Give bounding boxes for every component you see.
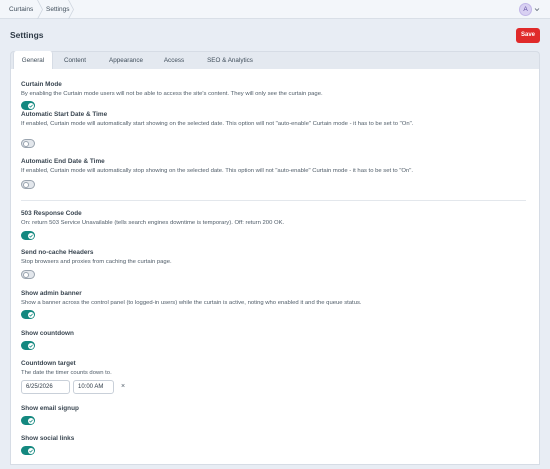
field-no-cache: Send no-cache Headers Stop browsers and … (21, 249, 526, 279)
field-description: If enabled, Curtain mode will automatica… (21, 168, 414, 174)
field-503-response: 503 Response Code On: return 503 Service… (21, 210, 526, 240)
user-avatar[interactable]: A (519, 3, 532, 16)
field-label: Show countdown (21, 330, 74, 337)
field-label: Automatic End Date & Time (21, 158, 105, 165)
field-label: Send no-cache Headers (21, 249, 94, 256)
field-countdown-target: Countdown target The date the timer coun… (21, 360, 526, 396)
email-signup-toggle[interactable] (21, 416, 35, 425)
save-button[interactable]: Save (516, 28, 540, 43)
field-label: Show admin banner (21, 290, 82, 297)
field-email-signup: Show email signup (21, 405, 526, 425)
tab-content[interactable]: Content (55, 52, 95, 70)
admin-banner-toggle[interactable] (21, 310, 35, 319)
field-countdown: Show countdown (21, 330, 526, 350)
section-divider (21, 200, 526, 201)
no-cache-toggle[interactable] (21, 270, 35, 279)
breadcrumb-separator-icon (37, 0, 43, 19)
field-auto-start: Automatic Start Date & Time If enabled, … (21, 111, 526, 148)
field-label: Countdown target (21, 360, 76, 367)
auto-end-toggle[interactable] (21, 180, 35, 189)
field-description: On: return 503 Service Unavailable (tell… (21, 220, 285, 226)
field-label: Show email signup (21, 405, 79, 412)
field-description: If enabled, Curtain mode will automatica… (21, 121, 414, 127)
field-label: 503 Response Code (21, 210, 82, 217)
curtain-mode-toggle[interactable] (21, 101, 35, 110)
chevron-down-icon[interactable] (534, 7, 540, 12)
clear-date-icon[interactable]: × (121, 380, 125, 394)
tab-appearance[interactable]: Appearance (101, 52, 151, 70)
field-description: Stop browsers and proxies from caching t… (21, 259, 172, 265)
countdown-date-input[interactable]: 6/25/2026 (21, 380, 70, 394)
breadcrumb-curtains[interactable]: Curtains (9, 0, 33, 19)
countdown-time-input[interactable]: 10:00 AM (73, 380, 114, 394)
settings-panel: Curtain Mode By enabling the Curtain mod… (10, 69, 540, 465)
page-title: Settings (10, 30, 44, 40)
field-description: By enabling the Curtain mode users will … (21, 91, 323, 97)
response-503-toggle[interactable] (21, 231, 35, 240)
social-links-toggle[interactable] (21, 446, 35, 455)
breadcrumb-separator-icon (68, 0, 74, 19)
auto-start-toggle[interactable] (21, 139, 35, 148)
field-description: Show a banner across the control panel (… (21, 300, 362, 306)
tab-bar: General Content Appearance Access SEO & … (10, 51, 540, 71)
field-label: Show social links (21, 435, 75, 442)
tab-seo-analytics[interactable]: SEO & Analytics (198, 52, 262, 70)
field-curtain-mode: Curtain Mode By enabling the Curtain mod… (21, 81, 526, 110)
field-label: Automatic Start Date & Time (21, 111, 108, 118)
field-label: Curtain Mode (21, 81, 62, 88)
field-admin-banner: Show admin banner Show a banner across t… (21, 290, 526, 319)
field-auto-end: Automatic End Date & Time If enabled, Cu… (21, 158, 526, 189)
breadcrumb-settings[interactable]: Settings (46, 0, 70, 19)
countdown-toggle[interactable] (21, 341, 35, 350)
top-bar: Curtains Settings A (0, 0, 550, 19)
field-social-links: Show social links (21, 435, 526, 455)
tab-general[interactable]: General (13, 51, 53, 71)
tab-access[interactable]: Access (156, 52, 192, 70)
field-description: The date the timer counts down to. (21, 370, 112, 376)
